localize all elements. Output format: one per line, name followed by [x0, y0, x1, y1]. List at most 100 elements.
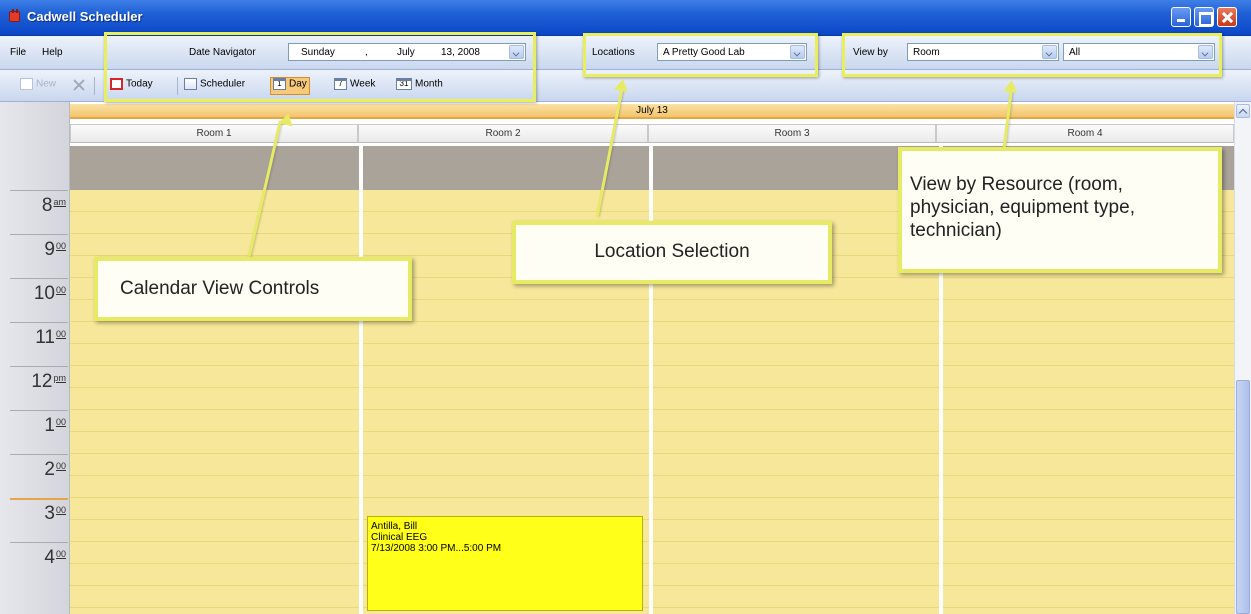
maximize-button[interactable] — [1194, 7, 1214, 27]
column-divider — [649, 146, 653, 614]
hour-suffix: am — [53, 197, 66, 207]
day-calendar-icon: 1 — [273, 78, 286, 90]
room-1-timeslots[interactable] — [70, 190, 360, 614]
hour-number: 1 — [44, 415, 55, 436]
room-header[interactable]: Room 1 — [70, 124, 358, 143]
month-view-button[interactable]: 31 Month — [396, 78, 443, 94]
date-header: July 13 — [70, 104, 1234, 119]
hour-suffix: 00 — [55, 241, 66, 251]
close-button[interactable] — [1217, 7, 1237, 27]
time-column — [0, 102, 70, 614]
appointment-block[interactable]: Antilla, Bill Clinical EEG 7/13/2008 3:0… — [367, 516, 643, 611]
top-toolbar: File Help Date Navigator Sunday , July 1… — [0, 36, 1251, 70]
delete-icon[interactable] — [72, 78, 86, 92]
date-day-year: 13, 2008 — [441, 47, 480, 58]
hour-divider — [10, 322, 68, 323]
today-button[interactable]: Today — [110, 78, 153, 94]
new-icon — [20, 78, 33, 90]
hour-suffix: 00 — [55, 417, 66, 427]
title-bar: Cadwell Scheduler — [0, 0, 1251, 36]
day-label: Day — [289, 78, 307, 90]
chevron-down-icon[interactable] — [790, 45, 805, 59]
date-navigator-label: Date Navigator — [189, 47, 256, 58]
hour-label: 400 — [0, 547, 66, 569]
calendar-view-callout: Calendar View Controls — [94, 257, 412, 321]
hour-number: 2 — [44, 459, 55, 480]
resource-callout: View by Resource (room, physician, equip… — [898, 147, 1222, 273]
new-button[interactable]: New — [20, 78, 56, 94]
toolbar-separator — [177, 77, 178, 95]
date-comma: , — [365, 47, 368, 58]
arrowhead-icon — [1003, 79, 1019, 93]
date-navigator-picker[interactable]: Sunday , July 13, 2008 — [288, 43, 526, 61]
hour-number: 8 — [41, 195, 53, 216]
menu-help[interactable]: Help — [42, 47, 63, 58]
today-label: Today — [126, 78, 153, 90]
week-calendar-icon: 7 — [334, 78, 347, 90]
location-callout: Location Selection — [512, 221, 832, 284]
month-label: Month — [415, 78, 443, 90]
hour-divider — [10, 234, 68, 235]
locations-select[interactable]: A Pretty Good Lab — [657, 43, 807, 61]
menu-file[interactable]: File — [10, 47, 26, 58]
date-month: July — [397, 47, 415, 58]
current-hour-divider — [10, 498, 68, 500]
hour-divider — [10, 190, 68, 191]
scheduler-label: Scheduler — [200, 78, 246, 90]
column-divider — [359, 146, 363, 614]
app-calendar-icon — [9, 9, 20, 22]
room-header[interactable]: Room 4 — [936, 124, 1234, 143]
hour-label: 900 — [0, 239, 66, 261]
hour-divider — [10, 278, 68, 279]
hour-divider — [10, 410, 68, 411]
minimize-button[interactable] — [1171, 7, 1191, 27]
hour-label: 200 — [0, 459, 66, 481]
week-view-button[interactable]: 7 Week — [334, 78, 375, 94]
hour-label: 8am — [0, 195, 66, 217]
day-view-button[interactable]: 1 Day — [270, 77, 310, 95]
chevron-down-icon[interactable] — [509, 45, 524, 59]
locations-value: A Pretty Good Lab — [663, 47, 745, 58]
scroll-up-arrow-icon[interactable] — [1236, 104, 1250, 118]
hour-suffix: 00 — [55, 461, 66, 471]
hour-label: 1000 — [0, 283, 66, 305]
hour-divider — [10, 454, 68, 455]
appointment-time: 7/13/2008 3:00 PM...5:00 PM — [371, 543, 502, 554]
arrowhead-icon — [613, 77, 631, 93]
hour-label: 100 — [0, 415, 66, 437]
hour-number: 10 — [33, 283, 55, 304]
chevron-down-icon[interactable] — [1198, 45, 1213, 59]
date-weekday: Sunday — [301, 47, 335, 58]
month-calendar-icon: 31 — [396, 78, 412, 90]
scrollbar-thumb[interactable] — [1236, 380, 1250, 614]
toolbar-separator — [94, 77, 95, 95]
hour-suffix: 00 — [55, 285, 66, 295]
hour-divider — [10, 542, 68, 543]
scheduler-button[interactable]: Scheduler — [184, 78, 245, 94]
appointment-type: Clinical EEG — [371, 532, 428, 543]
hour-label: 12pm — [0, 371, 66, 393]
new-label: New — [36, 78, 57, 90]
appointment-patient: Antilla, Bill — [371, 521, 418, 532]
room-header[interactable]: Room 3 — [648, 124, 936, 143]
chevron-down-icon[interactable] — [1042, 45, 1057, 59]
view-by-select[interactable]: Room — [907, 43, 1059, 61]
hour-label: 300 — [0, 503, 66, 525]
hour-number: 3 — [44, 503, 55, 524]
window-title: Cadwell Scheduler — [27, 9, 143, 24]
hour-suffix: 00 — [55, 549, 66, 559]
locations-label: Locations — [592, 47, 635, 58]
hour-label: 1100 — [0, 327, 66, 349]
hour-suffix: 00 — [55, 505, 66, 515]
view-by-value: Room — [913, 47, 940, 58]
hour-suffix: 00 — [55, 329, 66, 339]
resource-filter-select[interactable]: All — [1063, 43, 1215, 61]
hour-number: 12 — [31, 371, 53, 392]
scheduler-icon — [184, 78, 197, 90]
room-header[interactable]: Room 2 — [358, 124, 648, 143]
today-icon — [110, 78, 123, 90]
week-label: Week — [350, 78, 376, 90]
hour-divider — [10, 366, 68, 367]
hour-number: 9 — [44, 239, 55, 260]
view-by-label: View by — [853, 47, 888, 58]
